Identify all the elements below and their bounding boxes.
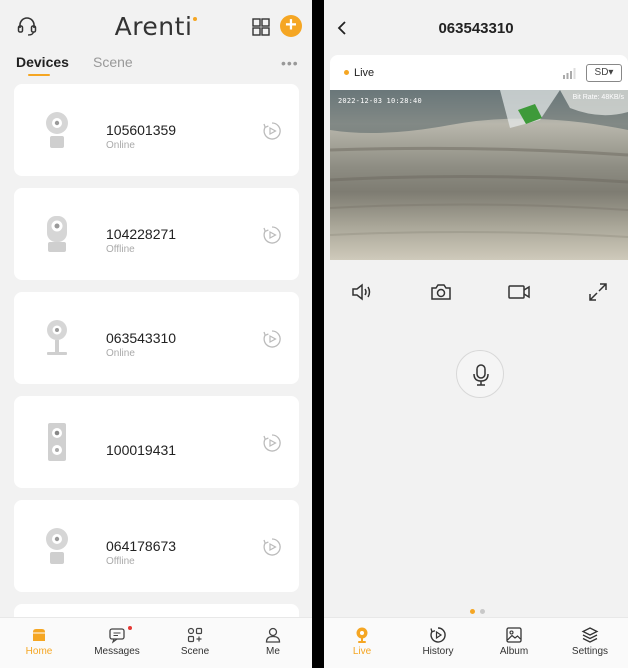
device-status: Offline <box>106 244 135 255</box>
camera-video-feed[interactable]: 2022-12-03 10:28:40 Bit Rate: 48KB/s <box>330 90 628 260</box>
nav-live[interactable]: Live <box>324 618 400 668</box>
live-header: 063543310 <box>324 0 628 50</box>
device-card[interactable]: 104228271 Offline <box>14 188 299 280</box>
device-card[interactable]: 105601359 Online <box>14 84 299 176</box>
pan-tilt-camera-icon <box>44 214 70 254</box>
unread-badge <box>128 626 132 630</box>
snapshot-camera-icon[interactable] <box>429 280 453 304</box>
device-name: 104228271 <box>106 226 177 242</box>
stand-camera-icon <box>44 318 70 358</box>
nav-label: Me <box>266 646 280 657</box>
live-player-card: Live SD▾ 2022-12-03 10:28:40 Bit Rate: 4… <box>330 55 628 260</box>
home-screen: Arenti + Devices Scene ••• 105601359 Onl… <box>0 0 312 668</box>
page-dot-active <box>470 609 475 614</box>
live-camera-icon <box>353 626 371 644</box>
settings-icon <box>581 626 599 644</box>
device-name: 105601359 <box>106 122 177 138</box>
tab-scene[interactable]: Scene <box>93 54 133 70</box>
home-top-bar: Arenti + <box>0 0 312 50</box>
live-label: Live <box>354 67 375 79</box>
playback-icon[interactable] <box>262 433 282 453</box>
history-icon <box>429 626 447 644</box>
person-icon <box>264 626 282 644</box>
nav-label: Home <box>25 646 53 657</box>
device-status: Offline <box>106 556 135 567</box>
nav-label: Live <box>352 646 372 657</box>
playback-icon[interactable] <box>262 225 282 245</box>
home-bottom-nav: Home Messages Scene Me <box>0 617 312 668</box>
nav-label: Album <box>499 646 529 657</box>
player-controls <box>324 280 628 304</box>
nav-history[interactable]: History <box>400 618 476 668</box>
device-status: Online <box>106 348 135 359</box>
device-card[interactable]: 100019431 <box>14 396 299 488</box>
nav-messages[interactable]: Messages <box>78 618 156 668</box>
scene-icon <box>186 626 204 644</box>
bitrate-readout: Bit Rate: 48KB/s <box>572 94 624 101</box>
add-device-button[interactable]: + <box>280 15 302 37</box>
live-bottom-nav: Live History Album Settings <box>324 617 628 668</box>
device-status: Online <box>106 140 135 151</box>
page-dot[interactable] <box>480 609 485 614</box>
home-icon <box>30 626 48 644</box>
nav-label: Scene <box>180 646 210 657</box>
more-options-icon[interactable]: ••• <box>281 55 299 71</box>
dome-camera-icon <box>44 110 70 150</box>
device-name: 100019431 <box>106 442 177 458</box>
device-card[interactable]: 063543310 Online <box>14 292 299 384</box>
nav-album[interactable]: Album <box>476 618 552 668</box>
device-card[interactable]: 064178673 Offline <box>14 500 299 592</box>
nav-label: History <box>422 646 454 657</box>
page-indicator <box>470 609 490 615</box>
playback-icon[interactable] <box>262 329 282 349</box>
dome-camera-icon <box>44 526 70 566</box>
nav-scene[interactable]: Scene <box>156 618 234 668</box>
messages-icon <box>108 626 126 644</box>
signal-strength-icon <box>562 67 576 79</box>
tab-devices[interactable]: Devices <box>16 54 69 76</box>
speaker-icon[interactable] <box>350 280 374 304</box>
nav-label: Settings <box>571 646 609 657</box>
video-timestamp: 2022-12-03 10:28:40 <box>338 97 422 105</box>
home-tabs: Devices Scene <box>0 50 312 78</box>
record-video-icon[interactable] <box>507 280 531 304</box>
microphone-button[interactable] <box>456 350 504 398</box>
quality-selector[interactable]: SD▾ <box>586 64 622 82</box>
brand-dot <box>193 17 198 21</box>
brand-name: Arenti <box>114 12 193 41</box>
nav-home[interactable]: Home <box>0 618 78 668</box>
page-title: 063543310 <box>438 20 514 37</box>
doorbell-camera-icon <box>44 422 70 462</box>
nav-label: Messages <box>94 646 140 657</box>
device-name: 064178673 <box>106 538 177 554</box>
playback-icon[interactable] <box>262 121 282 141</box>
grid-view-icon[interactable] <box>251 17 271 37</box>
nav-me[interactable]: Me <box>234 618 312 668</box>
nav-settings[interactable]: Settings <box>552 618 628 668</box>
fullscreen-expand-icon[interactable] <box>586 280 610 304</box>
device-name: 063543310 <box>106 330 177 346</box>
playback-icon[interactable] <box>262 537 282 557</box>
live-indicator-dot <box>344 70 349 75</box>
live-view-screen: 063543310 Live SD▾ 2022-12-03 10:28:40 B… <box>324 0 628 668</box>
album-icon <box>505 626 523 644</box>
